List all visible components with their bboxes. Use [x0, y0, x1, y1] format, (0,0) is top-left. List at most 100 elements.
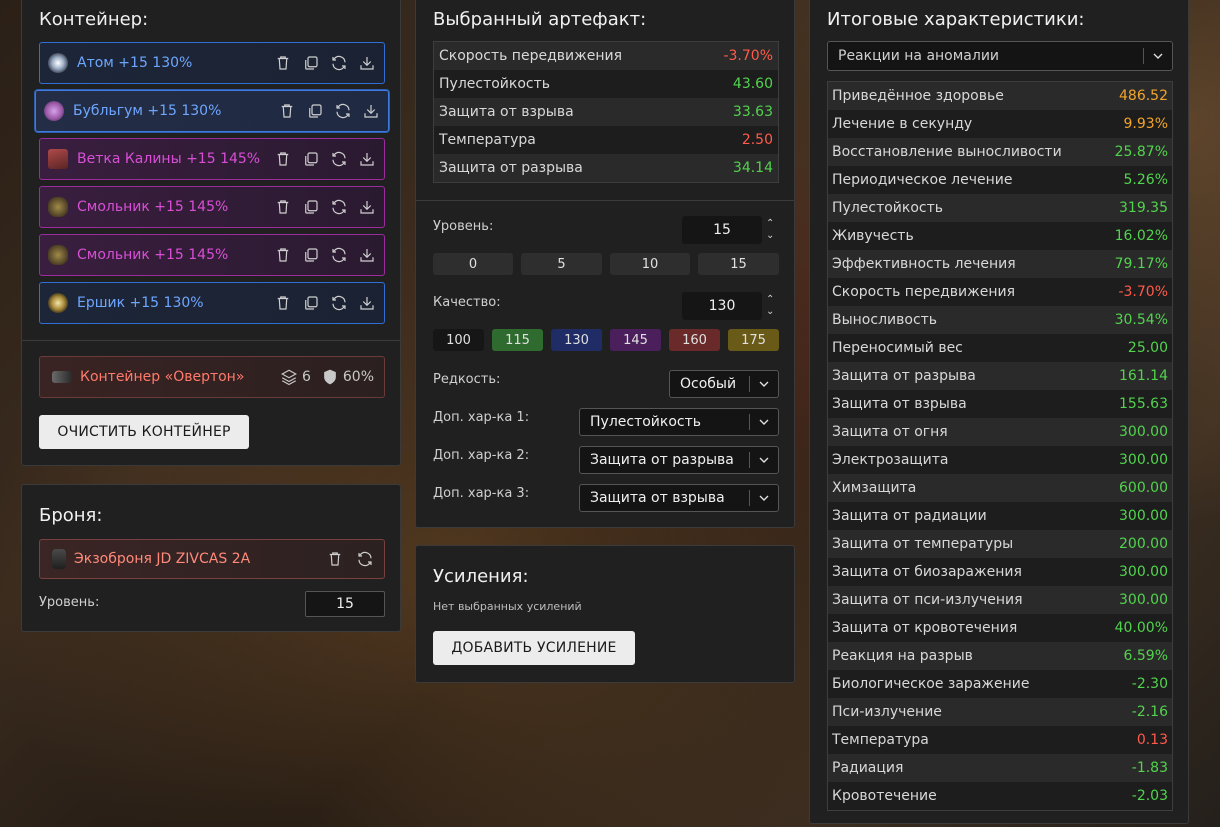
download-icon[interactable] — [358, 294, 376, 312]
trash-icon[interactable] — [274, 150, 292, 168]
swap-icon[interactable] — [330, 246, 348, 264]
stat-name: Радиация — [832, 760, 904, 776]
summary-stat-row: Защита от огня 300.00 — [828, 418, 1172, 446]
stat-value: 9.93% — [1123, 116, 1168, 132]
artifact-slot[interactable]: Атом +15 130% — [39, 42, 385, 84]
quality-quick-button[interactable]: 115 — [492, 329, 543, 351]
select-separator — [749, 490, 750, 506]
artifact-slot[interactable]: Смольник +15 145% — [39, 186, 385, 228]
quality-stepper[interactable]: ⌃ ⌄ — [766, 295, 774, 317]
boosts-title: Усиления: — [433, 566, 529, 587]
download-icon[interactable] — [358, 198, 376, 216]
boosts-panel: Усиления: Нет выбранных усилений ДОБАВИТ… — [415, 545, 795, 683]
level-quick-button[interactable]: 5 — [521, 253, 602, 275]
swap-icon[interactable] — [356, 550, 374, 568]
protection-stat: 60% — [321, 368, 374, 386]
artifact-slot[interactable]: Ветка Калины +15 145% — [39, 138, 385, 180]
stat-row: Скорость передвижения -3.70% — [434, 42, 778, 70]
chevron-down-icon[interactable]: ⌄ — [766, 231, 774, 241]
container-card[interactable]: Контейнер «Овертон» 6 60% — [39, 356, 385, 398]
quality-quick-button[interactable]: 145 — [610, 329, 661, 351]
summary-stat-row: Живучесть 16.02% — [828, 222, 1172, 250]
extra3-value: Защита от взрыва — [590, 490, 725, 506]
artifact-slot[interactable]: Ершик +15 130% — [39, 282, 385, 324]
artifact-slot-selected[interactable]: Бубльгум +15 130% — [35, 90, 389, 132]
copy-icon[interactable] — [302, 246, 320, 264]
level-stepper[interactable]: ⌃ ⌄ — [766, 219, 774, 241]
summary-stat-row: Пулестойкость 319.35 — [828, 194, 1172, 222]
summary-stat-row: Переносимый вес 25.00 — [828, 334, 1172, 362]
copy-icon[interactable] — [302, 54, 320, 72]
summary-stat-row: Защита от температуры 200.00 — [828, 530, 1172, 558]
slots-count: 6 — [301, 369, 311, 385]
download-icon[interactable] — [358, 150, 376, 168]
chevron-down-icon — [756, 490, 772, 506]
armor-level-input[interactable]: 15 — [305, 591, 385, 617]
download-icon[interactable] — [358, 246, 376, 264]
chevron-down-icon[interactable]: ⌄ — [766, 307, 774, 317]
chevron-up-icon[interactable]: ⌃ — [766, 219, 774, 229]
rarity-select[interactable]: Особый — [669, 370, 779, 398]
select-separator — [749, 376, 750, 392]
quality-quick-button[interactable]: 175 — [728, 329, 779, 351]
copy-icon[interactable] — [306, 102, 324, 120]
quality-input[interactable]: 130 — [682, 292, 762, 320]
swap-icon[interactable] — [330, 150, 348, 168]
rarity-label: Редкость: — [433, 372, 501, 387]
chevron-up-icon[interactable]: ⌃ — [766, 295, 774, 305]
swap-icon[interactable] — [334, 102, 352, 120]
trash-icon[interactable] — [274, 198, 292, 216]
download-icon[interactable] — [362, 102, 380, 120]
quality-quick-button[interactable]: 130 — [551, 329, 602, 351]
copy-icon[interactable] — [302, 294, 320, 312]
swap-icon[interactable] — [330, 54, 348, 72]
trash-icon[interactable] — [274, 54, 292, 72]
copy-icon[interactable] — [302, 198, 320, 216]
resin-artifact-icon — [48, 245, 68, 265]
copy-icon[interactable] — [302, 150, 320, 168]
download-icon[interactable] — [358, 54, 376, 72]
stat-name: Периодическое лечение — [832, 172, 1013, 188]
summary-filter-select[interactable]: Реакции на аномалии — [827, 41, 1173, 71]
stat-name: Приведённое здоровье — [832, 88, 1004, 104]
hedgehog-artifact-icon — [48, 293, 68, 313]
trash-icon[interactable] — [274, 246, 292, 264]
armor-card[interactable]: Экзоброня JD ZIVCAS 2A — [39, 539, 385, 579]
trash-icon[interactable] — [274, 294, 292, 312]
extra3-select[interactable]: Защита от взрыва — [579, 484, 779, 512]
level-quick-button[interactable]: 10 — [610, 253, 690, 275]
stat-value: 0.13 — [1136, 732, 1168, 748]
stat-value: 300.00 — [1119, 592, 1168, 608]
stat-name: Пулестойкость — [439, 76, 551, 92]
summary-stat-row: Защита от разрыва 161.14 — [828, 362, 1172, 390]
summary-stat-row: Скорость передвижения -3.70% — [828, 278, 1172, 306]
summary-title: Итоговые характеристики: — [827, 9, 1085, 30]
trash-icon[interactable] — [278, 102, 296, 120]
clear-container-button[interactable]: ОЧИСТИТЬ КОНТЕЙНЕР — [39, 415, 249, 449]
stat-value: 155.63 — [1119, 396, 1168, 412]
select-separator — [749, 452, 750, 468]
extra2-select[interactable]: Защита от разрыва — [579, 446, 779, 474]
stat-value: 300.00 — [1119, 508, 1168, 524]
add-boost-button[interactable]: ДОБАВИТЬ УСИЛЕНИЕ — [433, 631, 635, 665]
divider — [22, 340, 400, 341]
swap-icon[interactable] — [330, 198, 348, 216]
stat-row: Температура 2.50 — [434, 126, 778, 154]
extra1-select[interactable]: Пулестойкость — [579, 408, 779, 436]
stat-name: Защита от взрыва — [832, 396, 967, 412]
stat-value: 30.54% — [1114, 312, 1168, 328]
summary-stat-row: Химзащита 600.00 — [828, 474, 1172, 502]
atom-artifact-icon — [48, 53, 68, 73]
stat-value: 161.14 — [1119, 368, 1168, 384]
level-quick-button[interactable]: 15 — [698, 253, 779, 275]
level-input[interactable]: 15 — [682, 216, 762, 244]
stat-name: Живучесть — [832, 228, 914, 244]
level-quick-button[interactable]: 0 — [433, 253, 513, 275]
swap-icon[interactable] — [330, 294, 348, 312]
chevron-down-icon — [756, 414, 772, 430]
quality-quick-button[interactable]: 160 — [669, 329, 720, 351]
chevron-down-icon — [1150, 48, 1166, 64]
quality-quick-button[interactable]: 100 — [433, 329, 484, 351]
artifact-slot[interactable]: Смольник +15 145% — [39, 234, 385, 276]
trash-icon[interactable] — [326, 550, 344, 568]
